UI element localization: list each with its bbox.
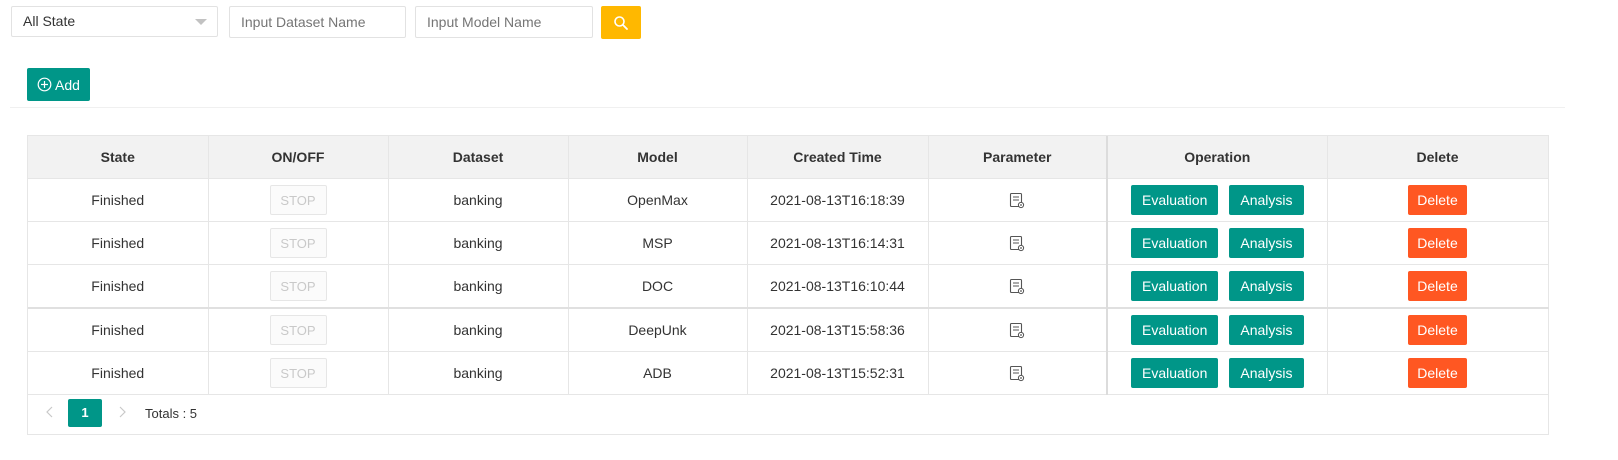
cell-operation: Evaluation Analysis — [1106, 351, 1328, 395]
parameter-icon[interactable] — [1009, 365, 1025, 382]
analysis-button[interactable]: Analysis — [1229, 271, 1304, 301]
header-model: Model — [568, 136, 748, 179]
cell-created-time: 2021-08-13T15:58:36 — [747, 307, 929, 352]
delete-button[interactable]: Delete — [1408, 185, 1467, 215]
table-header-row: State ON/OFF Dataset Model Created Time … — [28, 136, 1549, 179]
cell-onoff: STOP — [208, 351, 389, 395]
analysis-button[interactable]: Analysis — [1229, 358, 1304, 388]
cell-model: OpenMax — [568, 178, 748, 222]
delete-button[interactable]: Delete — [1408, 271, 1467, 301]
next-page-button[interactable] — [112, 405, 132, 421]
chevron-left-icon — [46, 406, 53, 418]
analysis-button[interactable]: Analysis — [1229, 185, 1304, 215]
prev-page-button[interactable] — [40, 405, 60, 421]
cell-delete: Delete — [1327, 307, 1549, 352]
analysis-button[interactable]: Analysis — [1229, 315, 1304, 345]
cell-model: DeepUnk — [568, 307, 748, 352]
chevron-right-icon — [119, 406, 126, 418]
parameter-icon[interactable] — [1009, 235, 1025, 252]
delete-button[interactable]: Delete — [1408, 315, 1467, 345]
cell-model: ADB — [568, 351, 748, 395]
cell-created-time: 2021-08-13T16:14:31 — [747, 221, 929, 265]
table-row: Finished STOP banking MSP 2021-08-13T16:14:3… — [28, 221, 1549, 265]
search-button[interactable] — [601, 6, 641, 39]
search-icon — [614, 15, 628, 30]
add-button-label: Add — [55, 76, 80, 93]
table-row: Finished STOP banking ADB 2021-08-13T15:52:3… — [28, 351, 1549, 395]
header-parameter: Parameter — [928, 136, 1108, 179]
experiments-table: State ON/OFF Dataset Model Created Time … — [27, 135, 1549, 435]
evaluation-button[interactable]: Evaluation — [1130, 358, 1219, 388]
header-created-time: Created Time — [747, 136, 929, 179]
header-state: State — [28, 136, 209, 179]
analysis-button[interactable]: Analysis — [1229, 228, 1304, 258]
cell-dataset: banking — [388, 351, 569, 395]
totals-label: Totals : 5 — [145, 405, 198, 421]
cell-operation: Evaluation Analysis — [1106, 264, 1328, 309]
cell-model: MSP — [568, 221, 748, 265]
pagination: 1 Totals : 5 — [28, 392, 1548, 434]
table-row: Finished STOP banking DOC 2021-08-13T16:10:4… — [28, 264, 1549, 309]
cell-delete: Delete — [1327, 351, 1549, 395]
cell-operation: Evaluation Analysis — [1106, 307, 1328, 352]
state-select[interactable]: All State — [11, 6, 218, 37]
parameter-icon[interactable] — [1009, 278, 1025, 295]
model-name-input[interactable] — [415, 6, 593, 38]
header-operation: Operation — [1106, 136, 1328, 179]
stop-button[interactable]: STOP — [269, 358, 327, 388]
stop-button[interactable]: STOP — [269, 185, 327, 215]
cell-state: Finished — [28, 264, 209, 309]
cell-parameter — [928, 178, 1108, 222]
cell-created-time: 2021-08-13T15:52:31 — [747, 351, 929, 395]
table-row: Finished STOP banking OpenMax 2021-08-13T16:… — [28, 178, 1549, 222]
page-1-button[interactable]: 1 — [68, 399, 102, 427]
stop-button[interactable]: STOP — [269, 315, 327, 345]
parameter-icon[interactable] — [1009, 322, 1025, 339]
cell-dataset: banking — [388, 221, 569, 265]
cell-model: DOC — [568, 264, 748, 309]
cell-dataset: banking — [388, 307, 569, 352]
stop-button[interactable]: STOP — [269, 271, 327, 301]
parameter-icon[interactable] — [1009, 192, 1025, 209]
cell-parameter — [928, 221, 1108, 265]
cell-created-time: 2021-08-13T16:10:44 — [747, 264, 929, 309]
cell-state: Finished — [28, 307, 209, 352]
state-select-value: All State — [23, 13, 76, 29]
cell-operation: Evaluation Analysis — [1106, 178, 1328, 222]
dataset-name-input[interactable] — [229, 6, 406, 38]
delete-button[interactable]: Delete — [1408, 358, 1467, 388]
table-row: Finished STOP banking DeepUnk 2021-08-13T15:… — [28, 307, 1549, 352]
cell-onoff: STOP — [208, 178, 389, 222]
evaluation-button[interactable]: Evaluation — [1130, 228, 1219, 258]
cell-parameter — [928, 351, 1108, 395]
cell-operation: Evaluation Analysis — [1106, 221, 1328, 265]
cell-dataset: banking — [388, 264, 569, 309]
evaluation-button[interactable]: Evaluation — [1130, 271, 1219, 301]
chevron-down-icon — [195, 19, 207, 25]
cell-state: Finished — [28, 351, 209, 395]
header-dataset: Dataset — [388, 136, 569, 179]
cell-onoff: STOP — [208, 221, 389, 265]
cell-state: Finished — [28, 178, 209, 222]
cell-delete: Delete — [1327, 178, 1549, 222]
header-onoff: ON/OFF — [208, 136, 389, 179]
header-delete: Delete — [1327, 136, 1549, 179]
stop-button[interactable]: STOP — [269, 228, 327, 258]
delete-button[interactable]: Delete — [1408, 228, 1467, 258]
cell-onoff: STOP — [208, 264, 389, 309]
cell-dataset: banking — [388, 178, 569, 222]
cell-parameter — [928, 307, 1108, 352]
evaluation-button[interactable]: Evaluation — [1130, 315, 1219, 345]
cell-onoff: STOP — [208, 307, 389, 352]
cell-delete: Delete — [1327, 264, 1549, 309]
cell-delete: Delete — [1327, 221, 1549, 265]
plus-circle-icon — [37, 77, 52, 92]
evaluation-button[interactable]: Evaluation — [1130, 185, 1219, 215]
cell-parameter — [928, 264, 1108, 309]
cell-state: Finished — [28, 221, 209, 265]
add-button[interactable]: Add — [27, 68, 90, 101]
divider — [10, 107, 1565, 108]
cell-created-time: 2021-08-13T16:18:39 — [747, 178, 929, 222]
